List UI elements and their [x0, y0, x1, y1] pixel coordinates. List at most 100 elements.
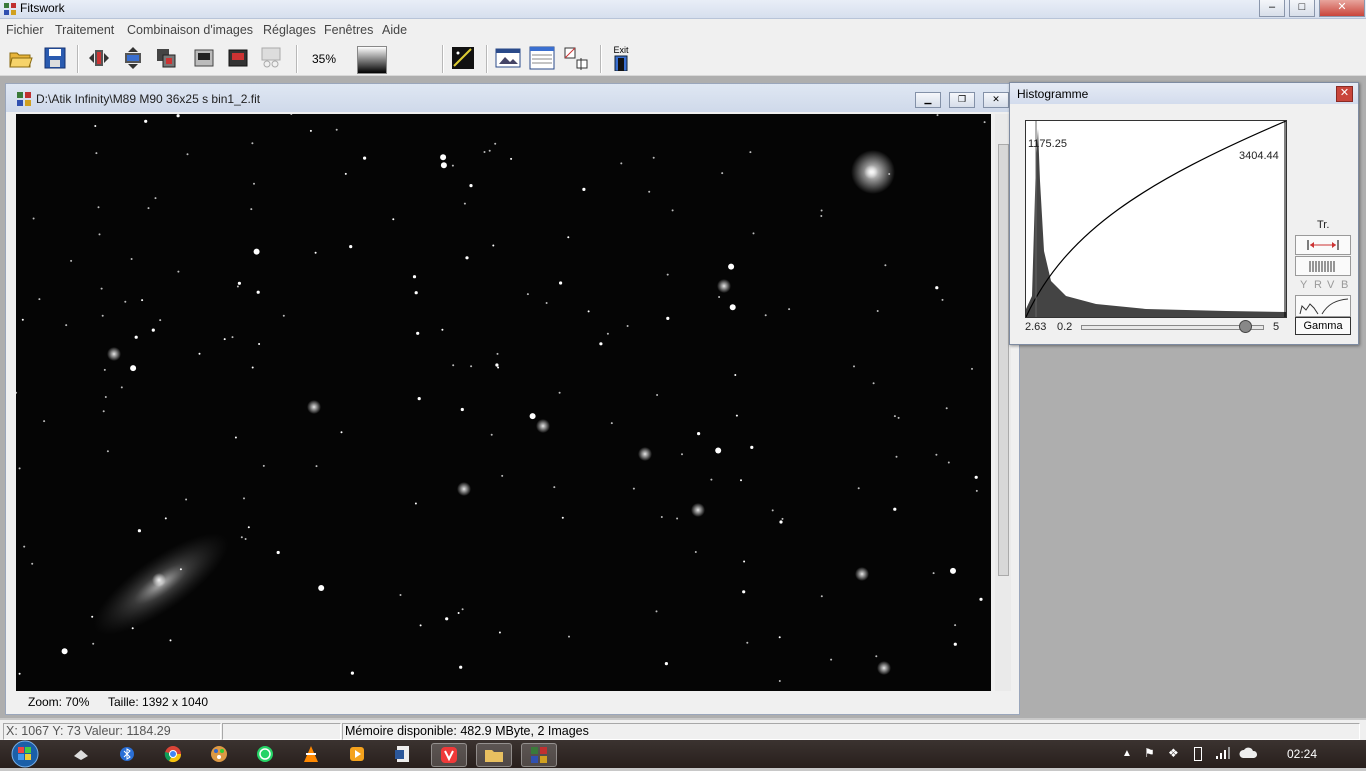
star — [441, 328, 444, 331]
gamma-slider-knob[interactable] — [1239, 320, 1252, 333]
menu-fenetres[interactable]: Fenêtres — [324, 23, 373, 37]
star-map-icon[interactable] — [450, 45, 476, 71]
channel-v[interactable]: V — [1327, 279, 1334, 291]
gradient-display-icon[interactable] — [357, 46, 387, 74]
star — [141, 299, 144, 302]
scroll-thumb[interactable] — [998, 144, 1009, 576]
paint-icon[interactable] — [202, 743, 236, 765]
taskbar: ▲ ⚑ ❖ 02:24 — [0, 740, 1366, 768]
flip-horizontal-icon[interactable] — [86, 45, 112, 71]
channel-y[interactable]: Y — [1300, 279, 1307, 291]
star — [974, 475, 978, 479]
menu-aide[interactable]: Aide — [382, 23, 407, 37]
star — [176, 114, 180, 118]
file-transfer-icon[interactable] — [64, 743, 98, 765]
exit-button[interactable]: Exit — [608, 45, 634, 71]
vlc-icon[interactable] — [294, 743, 328, 765]
fitswork-icon[interactable] — [521, 743, 557, 767]
tray-expand-icon[interactable]: ▲ — [1122, 748, 1132, 759]
zoom-info: Zoom: 70% — [28, 695, 90, 709]
histogram-title-bar[interactable]: Histogramme ✕ — [1010, 83, 1358, 104]
doc-minimize-button[interactable]: ▁ — [915, 92, 941, 108]
star — [461, 608, 464, 611]
measure-icon[interactable] — [563, 45, 589, 71]
bright-star — [107, 347, 121, 361]
gamma-slider[interactable] — [1081, 320, 1264, 333]
rotate-icon[interactable] — [153, 45, 179, 71]
star — [92, 642, 95, 645]
star — [237, 281, 241, 285]
bluetooth-icon[interactable] — [110, 743, 144, 765]
whatsapp-icon[interactable] — [248, 743, 282, 765]
low-cut-value: 1175.25 — [1028, 138, 1067, 150]
menu-combinaison[interactable]: Combinaison d'images — [127, 23, 253, 37]
explorer-icon[interactable] — [476, 743, 512, 767]
channel-r[interactable]: R — [1314, 279, 1322, 291]
cloud-icon[interactable] — [1238, 746, 1258, 763]
menu-reglages[interactable]: Réglages — [263, 23, 316, 37]
star — [250, 208, 253, 211]
cut-icon[interactable] — [259, 45, 285, 71]
starfield-image — [16, 114, 986, 682]
star — [282, 314, 285, 317]
star — [715, 447, 722, 454]
gamma-button[interactable]: Gamma — [1295, 317, 1351, 335]
astro-image-canvas[interactable] — [16, 114, 991, 691]
star — [568, 635, 570, 638]
star — [177, 270, 180, 273]
doc-close-button[interactable]: ✕ — [983, 92, 1009, 108]
door-icon — [614, 55, 628, 71]
star — [681, 453, 683, 456]
tr-label: Tr. — [1317, 219, 1330, 231]
doc-restore-button[interactable]: ❐ — [949, 92, 975, 108]
star — [945, 407, 948, 410]
media-player-icon[interactable] — [340, 743, 374, 765]
table-view-icon[interactable] — [529, 45, 555, 71]
dropbox-icon[interactable]: ❖ — [1168, 746, 1179, 760]
histogram-window[interactable]: Histogramme ✕ 1175.25 3404.44 2.63 0.2 5… — [1009, 82, 1359, 345]
star — [258, 343, 261, 345]
star — [134, 335, 138, 339]
star — [740, 479, 742, 482]
star — [276, 550, 280, 555]
curve-mode-button[interactable] — [1295, 295, 1351, 317]
battery-icon[interactable] — [1194, 747, 1202, 761]
menu-fichier[interactable]: Fichier — [6, 23, 44, 37]
star — [440, 162, 447, 169]
image-window-icon[interactable] — [495, 45, 521, 71]
star — [32, 217, 35, 220]
star — [470, 365, 473, 368]
image-window-title-bar[interactable]: D:\Atik Infinity\M89 M90 36x25 s bin1_2.… — [6, 84, 1019, 112]
star — [349, 245, 353, 249]
start-button[interactable] — [8, 740, 42, 768]
vivaldi-icon[interactable] — [431, 743, 467, 767]
star — [18, 467, 21, 470]
histogram-bars-button[interactable] — [1295, 256, 1351, 276]
paste-icon[interactable] — [226, 45, 252, 71]
star — [671, 209, 674, 212]
close-button[interactable]: ✕ — [1319, 0, 1365, 17]
histogram-plot[interactable]: 1175.25 3404.44 — [1025, 120, 1287, 318]
maximize-button[interactable]: □ — [1289, 0, 1315, 17]
star — [820, 209, 823, 212]
channel-b[interactable]: B — [1341, 279, 1348, 291]
image-size-info: Taille: 1392 x 1040 — [108, 695, 209, 709]
range-button[interactable] — [1295, 235, 1351, 255]
star — [496, 352, 499, 355]
chrome-icon[interactable] — [156, 743, 190, 765]
copy-icon[interactable] — [192, 45, 218, 71]
open-folder-icon[interactable] — [8, 45, 34, 71]
star — [65, 324, 68, 327]
save-icon[interactable] — [42, 45, 68, 71]
star — [501, 474, 504, 477]
image-window[interactable]: D:\Atik Infinity\M89 M90 36x25 s bin1_2.… — [5, 83, 1020, 715]
minimize-button[interactable]: – — [1259, 0, 1285, 17]
star — [234, 436, 237, 439]
zoom-level[interactable]: 35% — [312, 52, 336, 66]
flip-vertical-icon[interactable] — [120, 45, 146, 71]
flag-icon[interactable]: ⚑ — [1144, 746, 1155, 760]
word-icon[interactable] — [386, 743, 420, 765]
histogram-close-button[interactable]: ✕ — [1336, 86, 1353, 102]
menu-traitement[interactable]: Traitement — [55, 23, 114, 37]
signal-icon[interactable] — [1215, 746, 1231, 763]
